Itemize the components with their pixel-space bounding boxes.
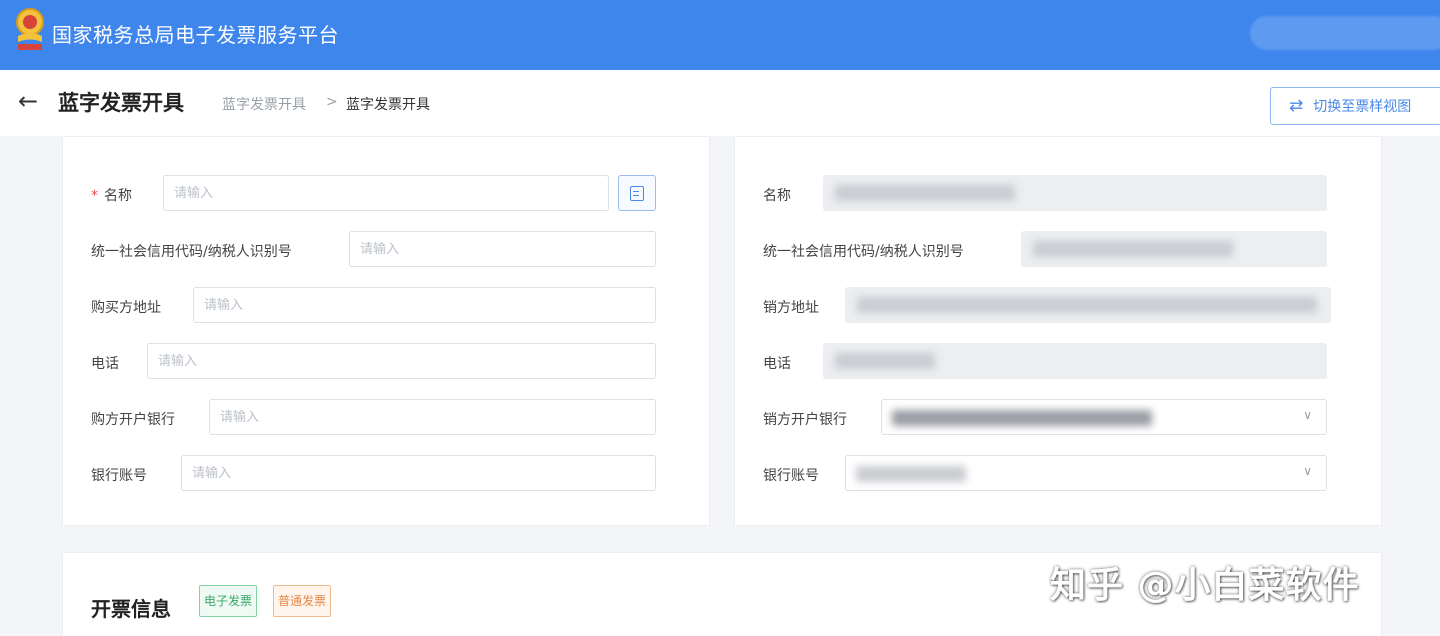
seller-tax-id-field bbox=[1021, 231, 1327, 267]
buyer-phone-input[interactable] bbox=[147, 343, 656, 379]
buyer-account-input[interactable] bbox=[181, 455, 656, 491]
swap-arrows-icon: ⇄ bbox=[1289, 96, 1304, 116]
chevron-down-icon: ∨ bbox=[1303, 464, 1312, 478]
seller-address-label: 销方地址 bbox=[763, 300, 819, 316]
invoice-type-tag-ordinary: 普通发票 bbox=[273, 585, 332, 617]
buyer-address-input[interactable] bbox=[193, 287, 656, 323]
seller-account-select[interactable]: ∨ bbox=[845, 455, 1327, 491]
buyer-name-label: * 名称 bbox=[91, 188, 132, 204]
arrow-left-icon[interactable]: ← bbox=[18, 89, 38, 113]
seller-name-label: 名称 bbox=[763, 188, 791, 204]
required-asterisk: * bbox=[91, 188, 98, 204]
buyer-bank-input[interactable] bbox=[209, 399, 656, 435]
top-bar: 国家税务总局电子发票服务平台 bbox=[0, 0, 1440, 70]
section-title: 开票信息 bbox=[91, 597, 171, 621]
buyer-address-label: 购买方地址 bbox=[91, 300, 161, 316]
buyer-account-label: 银行账号 bbox=[91, 468, 147, 484]
document-list-icon bbox=[630, 185, 644, 201]
seller-bank-select[interactable]: ∨ bbox=[881, 399, 1327, 435]
redacted-text bbox=[835, 185, 1015, 201]
seller-phone-field bbox=[823, 343, 1327, 379]
seller-phone-label: 电话 bbox=[763, 356, 791, 372]
switch-button-label: 切换至票样视图 bbox=[1313, 99, 1412, 115]
tax-emblem-icon bbox=[16, 8, 44, 50]
buyer-phone-label: 电话 bbox=[91, 356, 119, 372]
seller-account-label: 银行账号 bbox=[763, 468, 819, 484]
buyer-bank-label: 购方开户银行 bbox=[91, 412, 175, 428]
seller-address-field bbox=[845, 287, 1331, 323]
redacted-text bbox=[856, 466, 966, 482]
buyer-name-input[interactable] bbox=[163, 175, 609, 211]
buyer-tax-id-label: 统一社会信用代码/纳税人识别号 bbox=[91, 244, 292, 260]
breadcrumb-item[interactable]: 蓝字发票开具 bbox=[222, 94, 306, 114]
seller-tax-id-label: 统一社会信用代码/纳税人识别号 bbox=[763, 244, 964, 260]
redacted-text bbox=[892, 410, 1152, 426]
buyer-tax-id-input[interactable] bbox=[349, 231, 656, 267]
watermark-text: 知乎 @小白菜软件 bbox=[1050, 565, 1360, 606]
redacted-text bbox=[857, 297, 1317, 313]
invoice-type-tag-electronic: 电子发票 bbox=[199, 585, 258, 617]
seller-name-field bbox=[823, 175, 1327, 211]
seller-info-panel: 名称 统一社会信用代码/纳税人识别号 销方地址 电话 销方开户银行 ∨ 银行账号… bbox=[734, 136, 1382, 526]
redacted-text bbox=[835, 353, 935, 369]
site-title: 国家税务总局电子发票服务平台 bbox=[52, 23, 339, 47]
page-title: 蓝字发票开具 bbox=[58, 91, 184, 115]
switch-to-sample-view-button[interactable]: ⇄ 切换至票样视图 bbox=[1270, 87, 1440, 125]
page-header: ← 蓝字发票开具 蓝字发票开具 > 蓝字发票开具 ⇄ 切换至票样视图 bbox=[0, 70, 1440, 136]
chevron-down-icon: ∨ bbox=[1303, 408, 1312, 422]
user-info-blurred[interactable] bbox=[1250, 16, 1440, 50]
buyer-info-panel: *名称 统一社会信用代码/纳税人识别号 购买方地址 电话 购方开户银行 银行账号 bbox=[62, 136, 710, 526]
redacted-text bbox=[1033, 241, 1233, 257]
breadcrumb-separator: > bbox=[326, 94, 338, 110]
breadcrumb-current: 蓝字发票开具 bbox=[346, 97, 430, 113]
seller-bank-label: 销方开户银行 bbox=[763, 412, 847, 428]
select-buyer-button[interactable] bbox=[618, 175, 656, 211]
